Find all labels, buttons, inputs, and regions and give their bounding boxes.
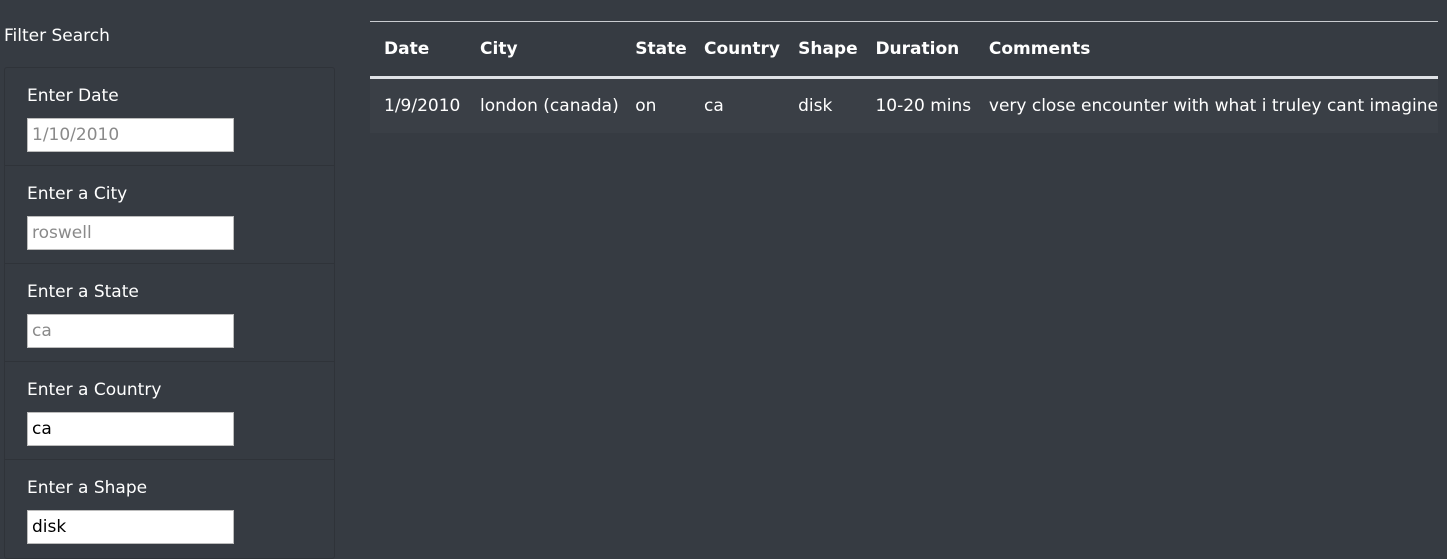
filter-item-country: Enter a Country — [5, 362, 334, 460]
filter-search-heading: Filter Search — [4, 26, 110, 46]
ufo-results-table: Date City State Country Shape Duration C… — [370, 22, 1438, 133]
cell-city: london (canada) — [466, 77, 622, 133]
column-header-date: Date — [370, 22, 467, 79]
ufo-sightings-page: Filter Search Enter Date Enter a City En… — [0, 0, 1447, 559]
date-filter-label: Enter Date — [27, 86, 119, 106]
filter-sidebar: Filter Search Enter Date Enter a City En… — [0, 0, 340, 559]
cell-country: ca — [690, 77, 785, 133]
column-header-duration: Duration — [861, 22, 975, 79]
column-header-state: State — [621, 22, 690, 79]
state-filter-input[interactable] — [27, 314, 234, 348]
city-filter-input[interactable] — [27, 216, 234, 250]
shape-filter-label: Enter a Shape — [27, 478, 148, 498]
cell-comments: very close encounter with what i truley … — [974, 77, 1438, 133]
column-header-shape: Shape — [784, 22, 862, 79]
filter-item-date: Enter Date — [5, 68, 334, 166]
column-header-comments: Comments — [974, 22, 1438, 79]
country-filter-label: Enter a Country — [27, 380, 162, 400]
state-filter-label: Enter a State — [27, 282, 139, 302]
date-filter-input[interactable] — [27, 118, 234, 152]
column-header-city: City — [466, 22, 622, 79]
filter-item-city: Enter a City — [5, 166, 334, 264]
table-row: 1/9/2010 london (canada) on ca disk 10-2… — [370, 77, 1438, 133]
city-filter-label: Enter a City — [27, 184, 128, 204]
cell-date: 1/9/2010 — [370, 77, 467, 133]
shape-filter-input[interactable] — [27, 510, 234, 544]
filter-list: Enter Date Enter a City Enter a State En… — [4, 67, 335, 559]
filter-item-state: Enter a State — [5, 264, 334, 362]
cell-shape: disk — [784, 77, 862, 133]
column-header-country: Country — [690, 22, 785, 79]
cell-state: on — [621, 77, 690, 133]
filter-item-shape: Enter a Shape — [5, 460, 334, 558]
table-header-row: Date City State Country Shape Duration C… — [370, 22, 1438, 79]
cell-duration: 10-20 mins — [861, 77, 975, 133]
country-filter-input[interactable] — [27, 412, 234, 446]
